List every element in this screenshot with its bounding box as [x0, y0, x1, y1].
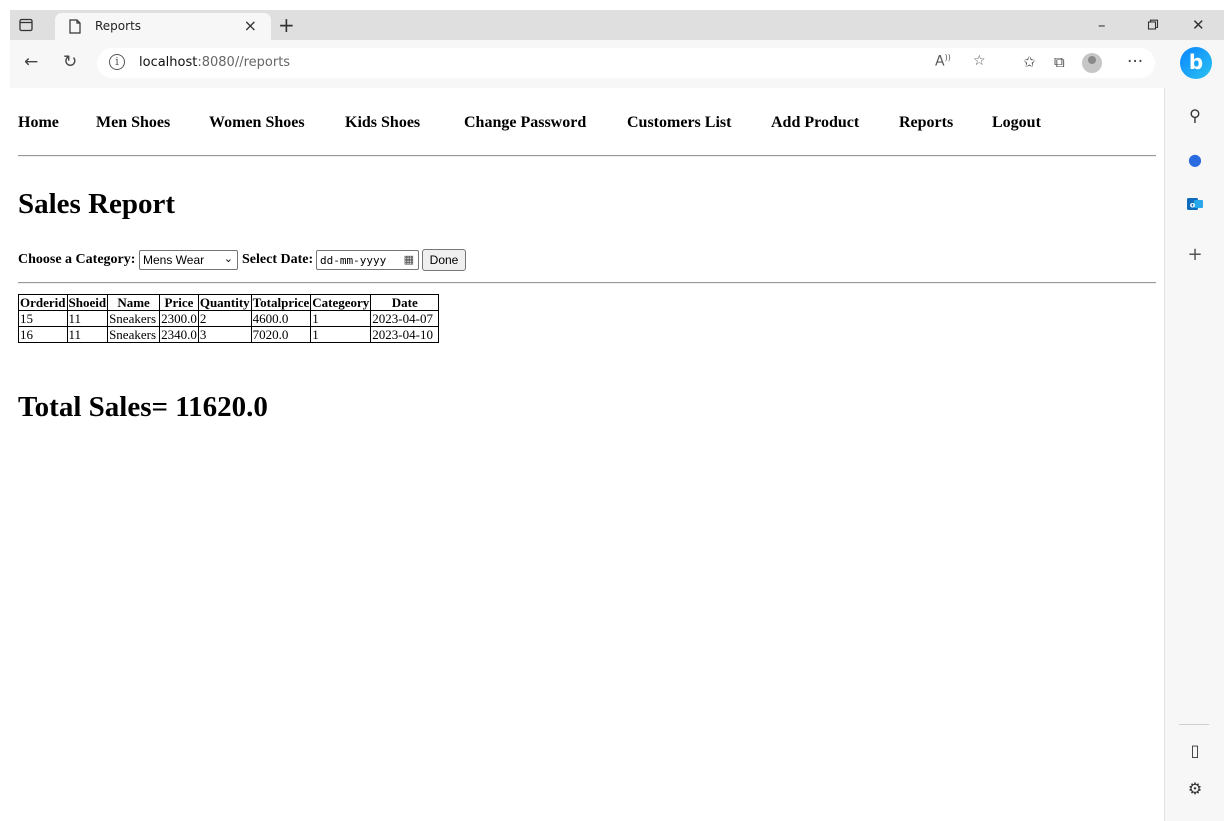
- address-bar[interactable]: i localhost:8080//reports A)) ☆: [97, 48, 1155, 78]
- browser-toolbar: ← ↻ i localhost:8080//reports A)) ☆ ✩ ⧉ …: [10, 40, 1224, 88]
- nav-kids-shoes[interactable]: Kids Shoes: [345, 114, 420, 132]
- table-row: 16 11 Sneakers 2340.0 3 7020.0 1 2023-04…: [18, 326, 440, 343]
- cell-date: 2023-04-07: [370, 310, 440, 327]
- cell-orderid: 15: [18, 310, 68, 327]
- read-aloud-icon[interactable]: A)): [935, 53, 951, 70]
- profile-avatar[interactable]: [1082, 53, 1102, 73]
- page-icon: [68, 19, 82, 34]
- total-sales: Total Sales= 11620.0: [18, 391, 268, 423]
- page-title: Sales Report: [18, 188, 176, 220]
- new-tab-icon[interactable]: +: [278, 13, 295, 37]
- restore-icon[interactable]: [1147, 16, 1159, 35]
- cell-totalprice: 7020.0: [250, 326, 312, 343]
- col-category: Categeory: [310, 294, 372, 311]
- hide-sidebar-icon[interactable]: ▯: [1165, 741, 1224, 760]
- cell-orderid: 16: [18, 326, 68, 343]
- nav-add-product[interactable]: Add Product: [771, 114, 859, 132]
- close-window-icon[interactable]: ✕: [1192, 16, 1205, 34]
- table-header-row: Orderid Shoeid Name Price Quantity Total…: [18, 294, 440, 311]
- page-content: Home Men Shoes Women Shoes Kids Shoes Ch…: [10, 88, 1164, 821]
- cell-totalprice: 4600.0: [250, 310, 312, 327]
- nav-women-shoes[interactable]: Women Shoes: [209, 114, 305, 132]
- table-row: 15 11 Sneakers 2300.0 2 4600.0 1 2023-04…: [18, 310, 440, 327]
- minimize-icon[interactable]: –: [1098, 16, 1106, 34]
- cell-name: Sneakers: [107, 310, 161, 327]
- col-price: Price: [159, 294, 199, 311]
- more-menu-icon[interactable]: ···: [1127, 52, 1143, 72]
- tab-title: Reports: [95, 19, 142, 33]
- outlook-icon[interactable]: o: [1165, 196, 1224, 216]
- refresh-icon[interactable]: ↻: [63, 52, 77, 72]
- close-tab-icon[interactable]: ×: [244, 16, 257, 35]
- favorites-icon[interactable]: ✩: [1023, 52, 1036, 72]
- calendar-icon[interactable]: ▦: [404, 253, 414, 266]
- category-select[interactable]: Mens Wear ⌄: [139, 250, 238, 270]
- settings-gear-icon[interactable]: ⚙: [1165, 779, 1224, 798]
- tab-actions-icon[interactable]: [18, 17, 34, 33]
- date-input[interactable]: dd-mm-yyyy ▦: [316, 250, 419, 270]
- col-orderid: Orderid: [18, 294, 68, 311]
- cell-category: 1: [310, 310, 372, 327]
- nav-men-shoes[interactable]: Men Shoes: [96, 114, 170, 132]
- nav-customers-list[interactable]: Customers List: [627, 114, 731, 132]
- form-divider: [18, 282, 1156, 284]
- cell-name: Sneakers: [107, 326, 161, 343]
- bing-icon[interactable]: b: [1180, 47, 1212, 79]
- browser-tab[interactable]: Reports ×: [55, 13, 271, 40]
- title-bar: Reports × + – ✕: [10, 10, 1224, 40]
- cell-date: 2023-04-10: [370, 326, 440, 343]
- svg-text:o: o: [1190, 201, 1196, 210]
- col-date: Date: [370, 294, 440, 311]
- date-label: Select Date:: [242, 252, 314, 267]
- cell-quantity: 3: [197, 326, 252, 343]
- nav-home[interactable]: Home: [18, 114, 59, 132]
- category-label: Choose a Category:: [18, 252, 136, 267]
- chevron-down-icon: ⌄: [223, 252, 233, 265]
- cell-price: 2300.0: [159, 310, 199, 327]
- category-select-value: Mens Wear: [143, 253, 205, 267]
- sales-table: Orderid Shoeid Name Price Quantity Total…: [18, 294, 440, 343]
- cell-quantity: 2: [197, 310, 252, 327]
- nav-reports[interactable]: Reports: [899, 114, 953, 132]
- sidebar-divider: [1179, 724, 1209, 725]
- cell-price: 2340.0: [159, 326, 199, 343]
- browser-sidebar: ⚲ ● o + ▯ ⚙: [1164, 88, 1224, 821]
- nav-divider: [18, 155, 1156, 157]
- copilot-icon[interactable]: ●: [1165, 150, 1224, 169]
- search-icon[interactable]: ⚲: [1165, 106, 1224, 125]
- info-icon[interactable]: i: [109, 54, 125, 70]
- col-totalprice: Totalprice: [250, 294, 312, 311]
- collections-icon[interactable]: ⧉: [1054, 52, 1065, 72]
- cell-category: 1: [310, 326, 372, 343]
- col-shoeid: Shoeid: [66, 294, 109, 311]
- date-placeholder: dd-mm-yyyy: [320, 254, 387, 267]
- back-icon[interactable]: ←: [24, 52, 38, 72]
- add-sidebar-icon[interactable]: +: [1165, 244, 1224, 265]
- cell-shoeid: 11: [66, 310, 109, 327]
- nav-change-password[interactable]: Change Password: [464, 114, 586, 132]
- url-text[interactable]: localhost:8080//reports: [139, 55, 290, 70]
- col-name: Name: [107, 294, 161, 311]
- col-quantity: Quantity: [197, 294, 252, 311]
- url-path: :8080//reports: [197, 55, 291, 70]
- nav-logout[interactable]: Logout: [992, 114, 1041, 132]
- url-host: localhost: [139, 55, 198, 70]
- favorite-star-icon[interactable]: ☆: [973, 53, 986, 69]
- cell-shoeid: 11: [66, 326, 109, 343]
- done-button[interactable]: Done: [422, 249, 466, 271]
